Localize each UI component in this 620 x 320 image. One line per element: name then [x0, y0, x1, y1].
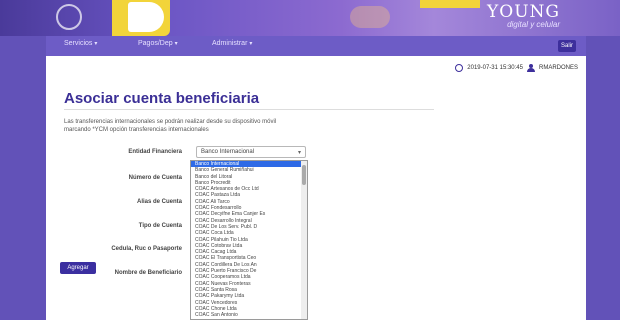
bank-select[interactable]: Banco Internacional ▾ — [196, 146, 306, 158]
chevron-down-icon: ▾ — [249, 41, 253, 47]
nav-item-label: Pagos/Dep — [138, 40, 173, 47]
nav-item-servicios[interactable]: Servicios ▾ — [64, 40, 97, 47]
bank-options: Banco Internacional Banco General Rumiñah… — [191, 161, 307, 318]
session-username: RMARDONES — [538, 65, 578, 71]
title-divider — [64, 109, 434, 110]
label-id: Cedula, Ruc o Pasaporte — [111, 246, 182, 252]
label-alias: Alias de Cuenta — [136, 199, 182, 205]
main-nav: Servicios ▾ Pagos/Dep ▾ Administrar ▾ Salir — [46, 36, 586, 56]
background-right — [586, 0, 620, 320]
nav-item-administrar[interactable]: Administrar ▾ — [212, 40, 252, 47]
nav-item-label: Administrar — [212, 40, 248, 47]
scrollbar-thumb[interactable] — [302, 165, 306, 185]
session-meta: 2019-07-31 15:30:45 RMARDONES — [455, 64, 578, 72]
dropdown-scrollbar[interactable] — [301, 161, 307, 319]
label-bank: Entidad Financiera — [128, 149, 182, 155]
info-notice: Las transferencias internacionales se po… — [64, 119, 277, 133]
chevron-down-icon: ▾ — [174, 41, 178, 47]
user-icon — [526, 64, 535, 72]
nav-item-label: Servicios — [64, 40, 93, 47]
chevron-down-icon: ▾ — [94, 41, 98, 47]
brand-logo: YOUNG — [487, 2, 560, 22]
decorative-blur — [350, 6, 390, 28]
top-banner: YOUNG digital y celular — [0, 0, 620, 36]
orbit-graphic — [56, 4, 82, 30]
background-left — [0, 0, 46, 320]
white-graphic — [128, 2, 164, 32]
bank-select-value: Banco Internacional — [201, 149, 255, 155]
clock-icon — [455, 64, 464, 72]
brand-tagline: digital y celular — [507, 20, 560, 29]
chevron-down-icon: ▾ — [297, 150, 301, 156]
nav-item-pagos[interactable]: Pagos/Dep ▾ — [138, 40, 178, 47]
add-button[interactable]: Agregar — [60, 262, 96, 274]
label-account-type: Tipo de Cuenta — [138, 223, 182, 229]
page-title: Asociar cuenta beneficiaria — [64, 90, 260, 107]
bank-option[interactable]: COAC San Antonio — [191, 312, 307, 318]
main-content: 2019-07-31 15:30:45 RMARDONES Asociar cu… — [46, 56, 586, 320]
bank-dropdown-list: Banco Internacional Banco General Rumiñah… — [190, 160, 308, 320]
exit-button[interactable]: Salir — [558, 40, 576, 52]
decorative-bar — [420, 0, 480, 8]
label-account-number: Número de Cuenta — [128, 175, 182, 181]
session-datetime: 2019-07-31 15:30:45 — [467, 65, 523, 71]
